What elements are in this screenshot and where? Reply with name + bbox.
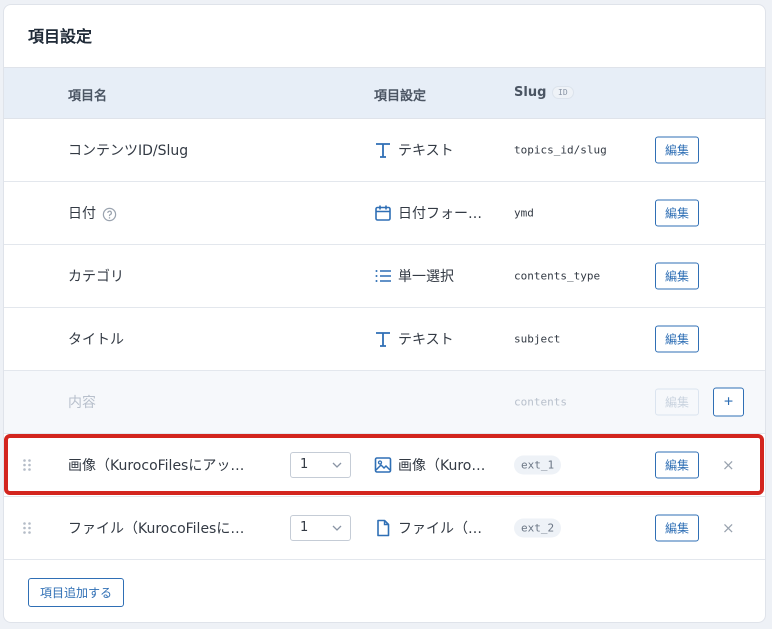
item-type: 画像（KurocoFiles） [374, 455, 490, 475]
item-type-label: ファイル（KurocoFiles） [398, 521, 490, 537]
text-icon [376, 143, 390, 158]
help-icon[interactable] [102, 207, 117, 222]
item-type-label: 日付フォーマット [398, 206, 490, 222]
chevron-down-icon [332, 525, 342, 531]
item-slug: contents [514, 395, 567, 409]
item-type: ファイル（KurocoFiles） [374, 518, 490, 538]
item-slug: subject [514, 332, 561, 346]
item-type-label: 画像（KurocoFiles） [398, 458, 490, 474]
close-icon[interactable]: × [722, 456, 735, 474]
drag-handle-icon[interactable] [22, 458, 32, 472]
item-name: 内容 [68, 395, 96, 411]
count-select-value: 1 [300, 457, 309, 472]
table-row: コンテンツID/Slug テキスト topics_id/slug 編集 [4, 119, 765, 182]
list-icon [375, 270, 391, 282]
item-name: コンテンツID/Slug [68, 143, 189, 159]
close-icon[interactable]: × [722, 519, 735, 537]
count-select-value: 1 [300, 520, 309, 535]
item-type-label: テキスト [398, 332, 454, 348]
table-row: タイトル テキスト subject 編集 [4, 308, 765, 371]
edit-button[interactable]: 編集 [655, 262, 699, 290]
add-subitem-button[interactable]: + [713, 387, 744, 417]
edit-button[interactable]: 編集 [655, 451, 699, 479]
table-row: カテゴリ 単一選択 contents_type 編集 [4, 245, 765, 308]
item-slug: ymd [514, 206, 534, 220]
table-header: 項目名 項目設定 Slug ID [4, 67, 765, 119]
item-name: 画像（KurocoFilesにアップロード） [68, 458, 258, 474]
item-type: テキスト [374, 140, 454, 160]
edit-button-disabled: 編集 [655, 388, 699, 416]
id-badge: ID [552, 86, 574, 99]
item-slug: ext_2 [514, 518, 562, 538]
table-row: 画像（KurocoFilesにアップロード） 1 画像（KurocoFiles）… [4, 434, 765, 497]
item-slug: ext_1 [514, 455, 562, 475]
item-settings-card: 項目設定 項目名 項目設定 Slug ID コンテンツID/Slug テキスト … [3, 4, 766, 623]
item-type: 日付フォーマット [374, 203, 490, 223]
item-name: ファイル（KurocoFilesにアップロード） [68, 521, 258, 537]
item-name: 日付 [68, 203, 117, 223]
add-item-button[interactable]: 項目追加する [28, 578, 124, 607]
column-header-slug: Slug [514, 85, 547, 100]
item-name-label: 日付 [68, 206, 96, 222]
item-type-label: 単一選択 [398, 269, 454, 285]
drag-handle-icon[interactable] [22, 521, 32, 535]
item-type: 単一選択 [374, 266, 454, 286]
image-icon [374, 457, 392, 473]
card-title: 項目設定 [28, 27, 93, 46]
item-type-label: テキスト [398, 143, 454, 159]
edit-button[interactable]: 編集 [655, 325, 699, 353]
item-type: テキスト [374, 329, 454, 349]
edit-button[interactable]: 編集 [655, 136, 699, 164]
item-name: タイトル [68, 332, 124, 348]
table-row: ファイル（KurocoFilesにアップロード） 1 ファイル（KurocoFi… [4, 497, 765, 560]
item-slug: contents_type [514, 269, 601, 283]
table-row: 日付 日付フォーマット ymd 編集 [4, 182, 765, 245]
item-slug: topics_id/slug [514, 143, 607, 157]
column-header-type: 項目設定 [374, 89, 427, 104]
item-name: カテゴリ [68, 269, 124, 285]
calendar-icon [375, 205, 391, 221]
table-row-disabled: 内容 contents 編集 + [4, 371, 765, 434]
text-icon [376, 332, 390, 347]
edit-button[interactable]: 編集 [655, 514, 699, 542]
chevron-down-icon [332, 462, 342, 468]
count-select[interactable]: 1 [290, 515, 351, 541]
edit-button[interactable]: 編集 [655, 199, 699, 227]
file-icon [377, 519, 390, 537]
column-header-name: 項目名 [68, 89, 108, 104]
count-select[interactable]: 1 [290, 452, 351, 478]
